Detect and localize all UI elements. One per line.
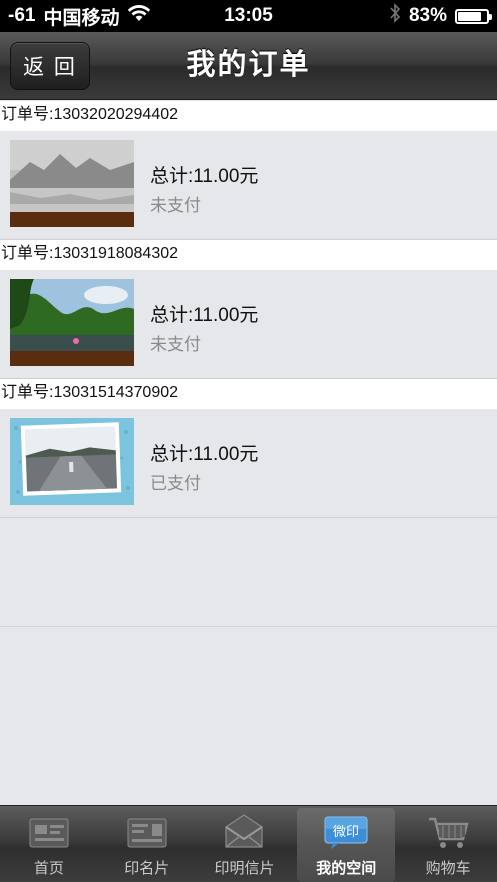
payment-status: 已支付	[150, 474, 201, 493]
order-list: 订单号:13032020294402 总计:11.00元 未支付 订单号:130…	[0, 101, 497, 518]
tab-home[interactable]: 首页	[0, 806, 98, 882]
battery-icon	[455, 8, 492, 24]
battery-fill	[458, 11, 482, 21]
payment-status: 未支付	[150, 196, 201, 215]
order-info: 总计:11.00元 已支付	[150, 439, 258, 494]
carrier-name: 中国移动	[43, 7, 120, 29]
home-card-icon	[29, 818, 69, 848]
status-bar: -61 中国移动 13:05 83%	[0, 0, 497, 32]
status-left: -61 中国移动	[8, 3, 151, 30]
nav-bar: 返 回 我的订单	[0, 32, 497, 100]
order-info: 总计:11.00元 未支付	[150, 161, 258, 216]
order-number: 订单号:13031918084302	[0, 240, 497, 270]
page-title: 我的订单	[186, 49, 311, 81]
order-number: 订单号:13032020294402	[0, 101, 497, 131]
order-item[interactable]: 总计:11.00元 未支付	[0, 131, 497, 240]
tab-label: 购物车	[425, 860, 471, 877]
battery-percent: 83%	[408, 5, 447, 26]
tab-cart[interactable]: 购物车	[399, 806, 497, 882]
forest-river-thumbnail	[10, 279, 134, 366]
order-total: 总计:11.00元	[150, 444, 259, 465]
order-total: 总计:11.00元	[150, 166, 259, 187]
divider	[0, 626, 497, 627]
tab-bar: 首页 印名片 印明信片 微印 我的空间 购物车	[0, 805, 497, 882]
order-info: 总计:11.00元 未支付	[150, 300, 258, 355]
status-right: 83%	[389, 3, 492, 29]
tab-business-card[interactable]: 印名片	[98, 806, 196, 882]
tab-label: 印明信片	[214, 860, 275, 877]
wifi-icon	[127, 4, 151, 28]
tab-label: 印名片	[124, 860, 170, 877]
weiyin-badge-icon: 微印	[324, 816, 368, 849]
order-total: 总计:11.00元	[150, 305, 259, 326]
tab-my-space[interactable]: 微印 我的空间	[297, 808, 396, 882]
tab-label: 首页	[33, 860, 64, 877]
business-card-icon	[127, 818, 167, 848]
badge-text: 微印	[333, 825, 359, 840]
tab-postcard[interactable]: 印明信片	[196, 806, 294, 882]
signal-strength: -61	[8, 5, 36, 26]
tab-label: 我的空间	[316, 860, 377, 877]
envelope-icon	[225, 814, 264, 848]
order-number: 订单号:13031514370902	[0, 379, 497, 409]
order-item[interactable]: 总计:11.00元 未支付	[0, 270, 497, 379]
order-item[interactable]: 总计:11.00元 已支付	[0, 409, 497, 518]
mountain-lake-thumbnail	[10, 140, 134, 227]
bluetooth-icon	[389, 3, 401, 29]
rainy-road-thumbnail	[10, 418, 134, 505]
payment-status: 未支付	[150, 335, 201, 354]
shopping-cart-icon	[429, 817, 469, 848]
